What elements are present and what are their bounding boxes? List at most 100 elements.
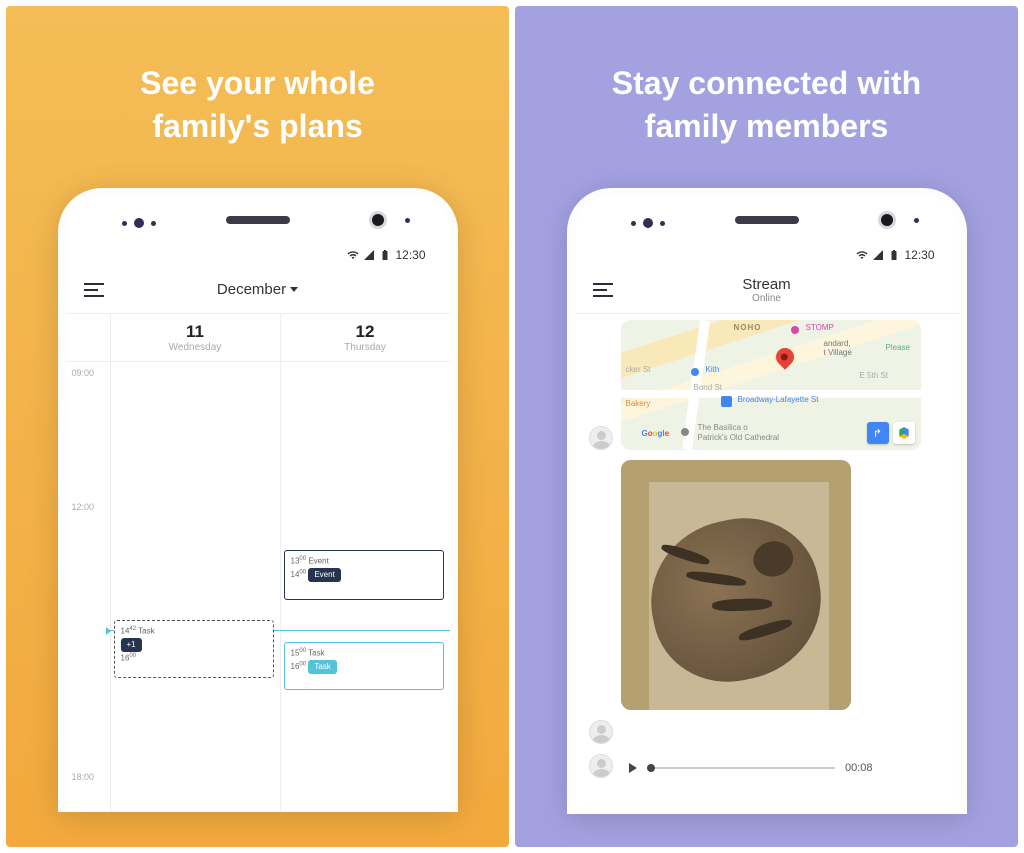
wifi-icon <box>347 249 359 261</box>
chevron-down-icon <box>290 287 298 292</box>
map-attribution: Google <box>639 428 673 439</box>
map-label-village: t Village <box>821 347 855 358</box>
chat-title-block[interactable]: Stream Online <box>613 276 921 304</box>
time-gutter-header <box>66 314 110 361</box>
speaker-icon <box>226 216 290 224</box>
map-label-bakery: Bakery <box>623 398 654 409</box>
avatar-icon[interactable] <box>589 720 613 744</box>
headline-line1: Stay connected with <box>612 65 921 101</box>
event-pill: +1 <box>121 638 142 652</box>
calendar-grid[interactable]: 09:00 12:00 18:00 1300 Event 1400 Event … <box>66 362 450 812</box>
map-poi-icon <box>791 326 799 334</box>
map-label-kith: Kith <box>703 364 723 375</box>
map-preview[interactable]: NOHO STOMP andard, t Village Please Kith… <box>621 320 921 450</box>
calendar-day-headers: 11 Wednesday 12 Thursday <box>66 314 450 362</box>
headline-right: Stay connected with family members <box>612 62 921 148</box>
sensor-dots-right <box>914 218 919 223</box>
map-poi-icon <box>691 368 699 376</box>
phone-bezel-top <box>575 196 959 244</box>
panel-calendar: See your whole family's plans 12:30 Dece… <box>6 6 509 847</box>
signal-icon <box>363 249 375 261</box>
month-label: December <box>217 281 286 298</box>
play-icon[interactable] <box>629 763 637 773</box>
headline-line2: family members <box>645 108 889 144</box>
sensor-dots-right <box>405 218 410 223</box>
audio-track[interactable] <box>647 767 835 769</box>
event-title: Task <box>138 627 154 636</box>
map-label-noho: NOHO <box>731 322 765 333</box>
camera-icon <box>881 214 893 226</box>
chat-title: Stream <box>742 276 790 293</box>
map-label-please: Please <box>883 342 913 353</box>
event-end: 1600 <box>121 652 267 665</box>
status-time: 12:30 <box>904 248 934 262</box>
panel-chat: Stay connected with family members 12:30… <box>515 6 1018 847</box>
status-bar: 12:30 <box>66 244 450 266</box>
status-bar: 12:30 <box>575 244 959 266</box>
battery-icon <box>379 249 391 261</box>
event-block-task-dashed[interactable]: 1442 Task +1 1600 <box>114 620 274 678</box>
audio-duration: 00:08 <box>845 762 873 774</box>
day-column-11[interactable]: 11 Wednesday <box>110 314 280 361</box>
audio-message[interactable]: 00:08 <box>621 758 881 778</box>
wifi-icon <box>856 249 868 261</box>
avatar-icon[interactable] <box>589 754 613 778</box>
sensor-dots-left <box>122 218 156 228</box>
map-poi-icon <box>681 428 689 436</box>
chat-body[interactable]: NOHO STOMP andard, t Village Please Kith… <box>575 314 959 814</box>
month-selector[interactable]: December <box>104 281 412 298</box>
map-pin-icon <box>776 348 794 366</box>
app-store-screenshots: See your whole family's plans 12:30 Dece… <box>0 0 1024 853</box>
event-end: 1400 Event <box>291 568 437 582</box>
chat-status: Online <box>752 293 781 304</box>
event-start: 1300 Event <box>291 555 437 568</box>
hour-label-18: 18:00 <box>72 772 95 782</box>
message-row-audio: 00:08 <box>589 754 945 778</box>
map-label-broadway: Broadway-Lafayette St <box>735 394 822 405</box>
event-title: Task <box>308 649 324 658</box>
event-pill: Event <box>308 568 340 582</box>
event-start: 1442 Task <box>121 625 267 638</box>
menu-icon[interactable] <box>84 283 104 297</box>
hour-label-12: 12:00 <box>72 502 95 512</box>
battery-icon <box>888 249 900 261</box>
grid-line <box>110 362 111 812</box>
headline-line2: family's plans <box>152 108 362 144</box>
map-label-basilica2: Patrick's Old Cathedral <box>695 432 783 443</box>
avatar-icon[interactable] <box>589 426 613 450</box>
message-row-map: NOHO STOMP andard, t Village Please Kith… <box>589 320 945 450</box>
map-action-buttons: ↱ <box>867 422 915 444</box>
metro-icon <box>721 396 732 407</box>
app-header-chat: Stream Online <box>575 266 959 314</box>
message-bubble-map[interactable]: NOHO STOMP andard, t Village Please Kith… <box>621 320 921 450</box>
menu-icon[interactable] <box>593 283 613 297</box>
event-pill: Task <box>308 660 336 674</box>
directions-icon[interactable]: ↱ <box>867 422 889 444</box>
map-label-bond: Bond St <box>691 382 725 393</box>
headline-line1: See your whole <box>140 65 375 101</box>
grid-line <box>280 362 281 812</box>
speaker-icon <box>735 216 799 224</box>
day-number: 12 <box>281 322 450 342</box>
day-name: Thursday <box>281 342 450 353</box>
camera-icon <box>372 214 384 226</box>
day-column-12[interactable]: 12 Thursday <box>280 314 450 361</box>
phone-bezel-top <box>66 196 450 244</box>
phone-mock-right: 12:30 Stream Online <box>567 188 967 814</box>
message-photo-cat[interactable] <box>621 460 851 710</box>
status-time: 12:30 <box>395 248 425 262</box>
event-start: 1500 Task <box>291 647 437 660</box>
signal-icon <box>872 249 884 261</box>
message-row-blank <box>589 720 945 744</box>
event-block-task-cyan[interactable]: 1500 Task 1600 Task <box>284 642 444 690</box>
event-title: Event <box>308 557 328 566</box>
event-block-1[interactable]: 1300 Event 1400 Event <box>284 550 444 600</box>
map-label-e5th: E 5th St <box>857 370 891 381</box>
headline-left: See your whole family's plans <box>140 62 375 148</box>
hour-label-9: 09:00 <box>72 368 95 378</box>
cat-image <box>636 504 836 696</box>
open-maps-icon[interactable] <box>893 422 915 444</box>
map-label-stomp: STOMP <box>803 322 837 333</box>
day-name: Wednesday <box>111 342 280 353</box>
map-label-cker: cker St <box>623 364 654 375</box>
